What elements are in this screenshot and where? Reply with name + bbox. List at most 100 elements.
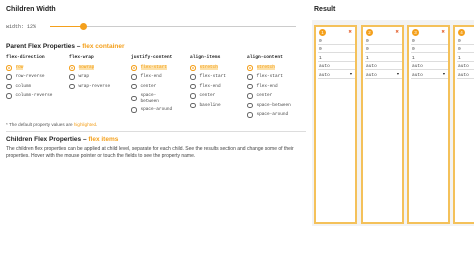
radio-button[interactable] bbox=[6, 65, 12, 71]
note-prefix: * The default property values are bbox=[6, 122, 74, 127]
option-flex-direction-2[interactable]: column bbox=[6, 83, 31, 90]
radio-button[interactable] bbox=[69, 83, 75, 90]
radio-button[interactable] bbox=[131, 107, 137, 113]
option-justify-content-3[interactable]: space- between bbox=[131, 93, 159, 104]
item-shrink-field[interactable]: 1 bbox=[411, 55, 448, 62]
item-grow-field[interactable]: 0 bbox=[411, 46, 448, 54]
close-icon[interactable]: ✖ bbox=[348, 29, 352, 35]
chevron-down-icon: ▼ bbox=[349, 72, 352, 77]
option-label: flex-end bbox=[199, 83, 221, 89]
item-basis-field[interactable]: auto bbox=[411, 63, 448, 71]
option-label: baseline bbox=[199, 102, 221, 108]
option-align-content-3[interactable]: center bbox=[247, 93, 272, 99]
option-label: column-reverse bbox=[15, 93, 53, 99]
option-justify-content-4[interactable]: space-around bbox=[131, 107, 172, 113]
radio-button[interactable] bbox=[247, 93, 253, 99]
option-flex-wrap-0[interactable]: nowrap bbox=[69, 65, 95, 71]
radio-button[interactable] bbox=[131, 74, 137, 80]
flex-item-2: 2 ✖ 0 0 1 auto auto ▼ bbox=[361, 25, 404, 224]
option-align-items-3[interactable]: center bbox=[190, 93, 215, 99]
option-align-items-4[interactable]: baseline bbox=[190, 102, 221, 109]
option-label: stretch bbox=[199, 65, 218, 71]
item-grow-field[interactable]: 0 bbox=[318, 46, 355, 54]
radio-button[interactable] bbox=[190, 74, 196, 80]
item-order-field[interactable]: 0 bbox=[457, 38, 474, 45]
radio-button[interactable] bbox=[190, 65, 196, 71]
item-basis-field[interactable]: auto bbox=[318, 63, 355, 71]
radio-button[interactable] bbox=[6, 93, 12, 99]
column-head-flex-wrap: flex-wrap bbox=[69, 55, 94, 60]
radio-button[interactable] bbox=[131, 95, 137, 102]
option-justify-content-0[interactable]: flex-start bbox=[131, 65, 167, 71]
radio-button[interactable] bbox=[190, 83, 196, 90]
width-slider[interactable] bbox=[50, 23, 296, 30]
option-label: row bbox=[15, 65, 24, 71]
item-align-self-field[interactable]: auto▼ bbox=[411, 72, 448, 79]
radio-button[interactable] bbox=[247, 74, 253, 80]
option-align-content-5[interactable]: space-around bbox=[247, 112, 288, 118]
radio-button[interactable] bbox=[247, 65, 253, 71]
item-order-field[interactable]: 0 bbox=[365, 38, 402, 45]
item-shrink-field[interactable]: 1 bbox=[457, 55, 474, 62]
option-align-items-0[interactable]: stretch bbox=[190, 65, 218, 71]
option-align-content-0[interactable]: stretch bbox=[247, 65, 275, 71]
item-basis-field[interactable]: auto bbox=[457, 63, 474, 71]
option-flex-direction-0[interactable]: row bbox=[6, 65, 24, 71]
item-number-badge: 3 bbox=[412, 29, 419, 36]
option-flex-wrap-1[interactable]: wrap bbox=[69, 74, 89, 80]
item-order-field[interactable]: 0 bbox=[411, 38, 448, 45]
option-justify-content-2[interactable]: center bbox=[131, 83, 156, 90]
item-order-field[interactable]: 0 bbox=[318, 38, 355, 45]
option-flex-direction-1[interactable]: row-reverse bbox=[6, 74, 44, 80]
field-value: 0 bbox=[412, 39, 415, 44]
radio-button[interactable] bbox=[247, 83, 253, 90]
item-grow-field[interactable]: 0 bbox=[365, 46, 402, 54]
radio-button[interactable] bbox=[131, 83, 137, 90]
radio-button[interactable] bbox=[190, 102, 196, 109]
note-highlighted-word: highlighted bbox=[73, 122, 97, 127]
option-align-content-2[interactable]: flex-end bbox=[247, 83, 278, 90]
radio-button[interactable] bbox=[69, 65, 75, 71]
flex-item-1: 1 ✖ 0 0 1 auto auto ▼ bbox=[314, 25, 357, 224]
option-label: space-around bbox=[256, 112, 289, 118]
option-flex-wrap-2[interactable]: wrap-reverse bbox=[69, 83, 110, 90]
item-shrink-field[interactable]: 1 bbox=[318, 55, 355, 62]
item-align-self-field[interactable]: auto▼ bbox=[457, 72, 474, 79]
children-description: The children flex properties can be appl… bbox=[6, 146, 294, 160]
radio-button[interactable] bbox=[6, 74, 12, 80]
item-shrink-field[interactable]: 1 bbox=[365, 55, 402, 62]
column-head-flex-direction: flex-direction bbox=[6, 55, 45, 60]
item-grow-field[interactable]: 0 bbox=[457, 46, 474, 54]
option-label: center bbox=[256, 93, 273, 99]
option-align-content-1[interactable]: flex-start bbox=[247, 74, 283, 80]
field-value: 0 bbox=[458, 39, 461, 44]
field-value: 0 bbox=[319, 39, 322, 44]
radio-button[interactable] bbox=[247, 102, 253, 109]
field-value: auto bbox=[319, 72, 330, 78]
close-icon[interactable]: ✖ bbox=[441, 29, 445, 35]
radio-button[interactable] bbox=[6, 83, 12, 90]
option-align-items-1[interactable]: flex-start bbox=[190, 74, 226, 80]
radio-button[interactable] bbox=[131, 65, 137, 71]
column-head-align-content: align-content bbox=[247, 55, 283, 60]
parent-title-accent: flex container bbox=[82, 43, 125, 50]
close-icon[interactable]: ✖ bbox=[395, 29, 399, 35]
radio-button[interactable] bbox=[247, 112, 253, 118]
option-align-items-2[interactable]: flex-end bbox=[190, 83, 221, 90]
item-basis-field[interactable]: auto bbox=[365, 63, 402, 71]
width-slider-thumb[interactable] bbox=[80, 23, 87, 30]
option-align-content-4[interactable]: space-between bbox=[247, 102, 291, 109]
option-flex-direction-3[interactable]: column-reverse bbox=[6, 93, 52, 99]
option-label: flex-start bbox=[199, 74, 226, 80]
item-number-badge: 1 bbox=[319, 29, 326, 36]
width-slider-fill bbox=[50, 26, 83, 27]
option-justify-content-1[interactable]: flex-end bbox=[131, 74, 162, 80]
radio-button[interactable] bbox=[190, 93, 196, 99]
option-label: space-around bbox=[140, 107, 173, 113]
item-align-self-field[interactable]: auto ▼ bbox=[318, 72, 355, 79]
radio-button[interactable] bbox=[69, 74, 75, 80]
field-value: 1 bbox=[412, 55, 415, 61]
item-align-self-field[interactable]: auto▼ bbox=[365, 72, 402, 79]
field-value: auto bbox=[319, 64, 330, 70]
field-value: 0 bbox=[319, 47, 322, 53]
